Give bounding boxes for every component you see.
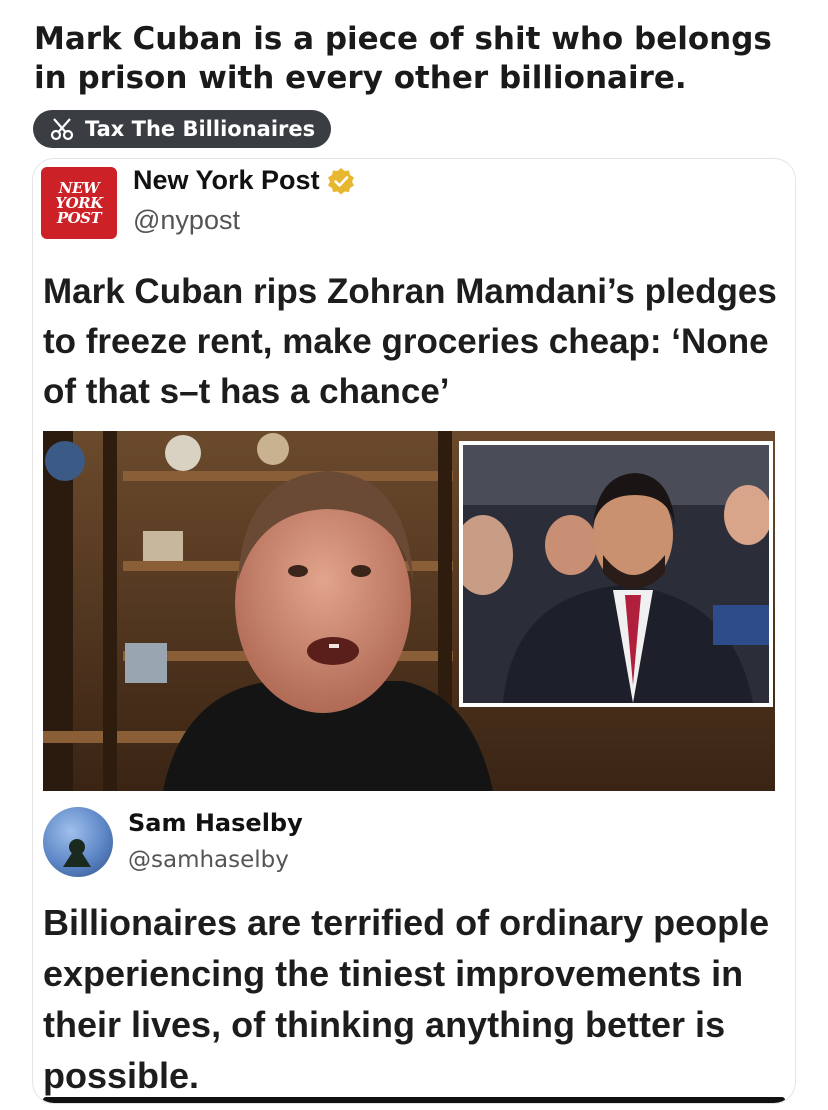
article-headline: Mark Cuban rips Zohran Mamdani’s pledges… (43, 272, 777, 411)
news-photo[interactable] (43, 431, 775, 791)
post-flair[interactable]: Tax The Billionaires (33, 110, 332, 148)
nypost-logo[interactable]: NEW YORK POST (41, 167, 117, 239)
inset-photo-art (463, 445, 769, 703)
quoted-account-name[interactable]: Sam Haselby (128, 809, 303, 837)
logo-line-3: POST (56, 208, 102, 227)
account-handle[interactable]: @nypost (133, 205, 240, 236)
quoted-post-text: Billionaires are terrified of ordinary p… (43, 902, 770, 1096)
post-title[interactable]: Mark Cuban is a piece of shit who belong… (34, 20, 804, 98)
scissors-icon (50, 118, 74, 141)
avatar[interactable] (43, 807, 113, 877)
quoted-account-handle[interactable]: @samhaselby (128, 847, 289, 873)
flair-label: Tax The Billionaires (85, 117, 316, 141)
inset-photo[interactable] (459, 441, 773, 707)
embedded-screenshot-card: NEW YORK POST New York Post @nypost Mark… (32, 158, 796, 1104)
avatar-art (63, 839, 91, 867)
account-name-label: New York Post (133, 165, 320, 195)
verified-badge-icon (327, 167, 354, 194)
account-name[interactable]: New York Post (133, 165, 356, 196)
